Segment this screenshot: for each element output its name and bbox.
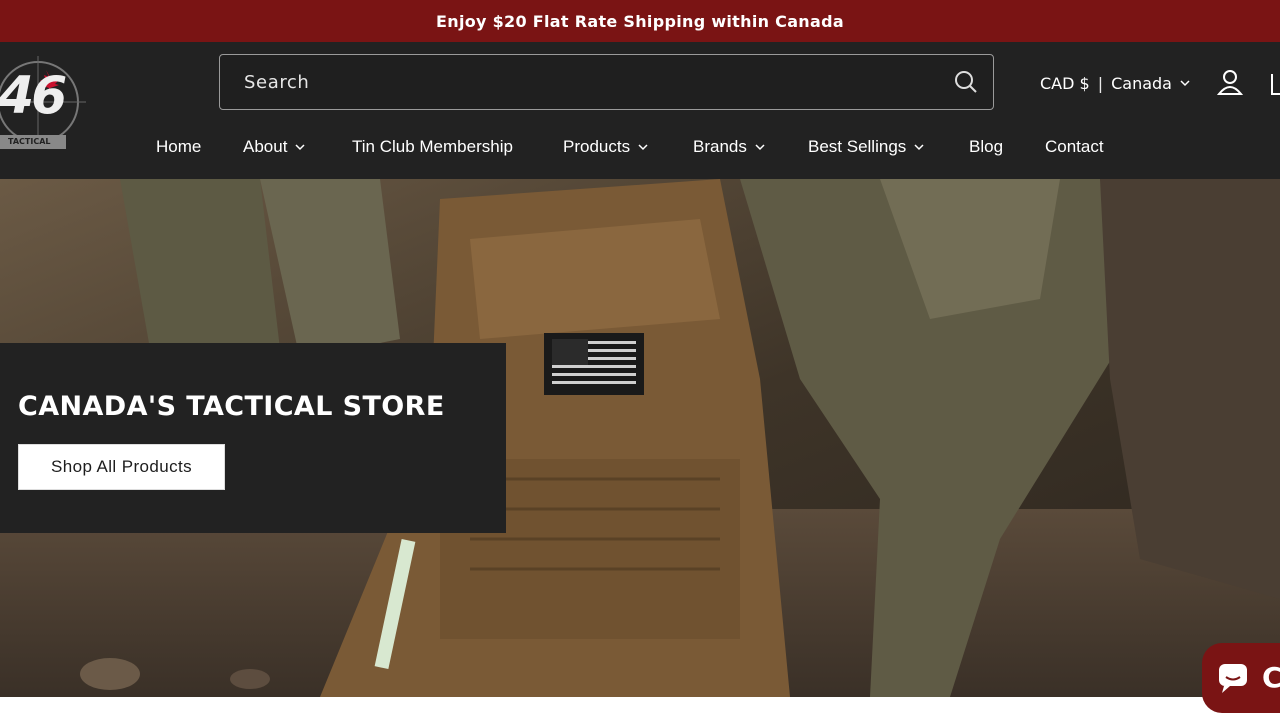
selector-separator: | bbox=[1097, 73, 1104, 93]
nav-products-label: Products bbox=[563, 137, 631, 156]
search-input[interactable] bbox=[244, 69, 924, 95]
nav-tin-club-label: Tin Club Membership bbox=[352, 137, 513, 156]
hero-title: CANADA'S TACTICAL STORE bbox=[18, 391, 445, 422]
nav-best-sellings-label: Best Sellings bbox=[808, 137, 907, 156]
nav-brands-label: Brands bbox=[693, 137, 747, 156]
nav-home-label: Home bbox=[156, 137, 202, 156]
nav-tin-club[interactable]: Tin Club Membership bbox=[352, 132, 513, 162]
chevron-down-icon bbox=[914, 144, 924, 151]
search-icon[interactable] bbox=[953, 69, 979, 95]
country-label: Canada bbox=[1111, 73, 1172, 93]
nav-contact-label: Contact bbox=[1045, 137, 1104, 156]
currency-label: CAD $ bbox=[1040, 73, 1090, 93]
chat-widget-button[interactable]: C bbox=[1202, 643, 1280, 713]
search-bar[interactable] bbox=[219, 54, 994, 110]
shop-all-products-button[interactable]: Shop All Products bbox=[18, 444, 225, 490]
hero-banner: CANADA'S TACTICAL STORE Shop All Product… bbox=[0, 179, 1280, 697]
cart-icon[interactable] bbox=[1266, 66, 1280, 98]
chat-icon bbox=[1219, 664, 1247, 693]
nav-products[interactable]: Products bbox=[563, 132, 648, 162]
chevron-down-icon bbox=[755, 144, 765, 151]
page-bottom-strip bbox=[0, 697, 1280, 720]
logo-text: 46 bbox=[0, 66, 67, 126]
nav-about[interactable]: About bbox=[243, 132, 305, 162]
currency-country-selector[interactable]: CAD $ | Canada bbox=[1040, 68, 1190, 98]
main-nav: Home About Tin Club Membership Products … bbox=[0, 132, 1280, 162]
nav-contact[interactable]: Contact bbox=[1045, 132, 1104, 162]
chat-label: C bbox=[1262, 661, 1280, 694]
announcement-text: Enjoy $20 Flat Rate Shipping within Cana… bbox=[436, 11, 844, 31]
chevron-down-icon bbox=[638, 144, 648, 151]
nav-brands[interactable]: Brands bbox=[693, 132, 765, 162]
site-header: 46 TACTICAL CAD $ | Canada Home About bbox=[0, 42, 1280, 179]
nav-best-sellings[interactable]: Best Sellings bbox=[808, 132, 924, 162]
nav-home[interactable]: Home bbox=[156, 132, 201, 162]
chevron-down-icon bbox=[295, 144, 305, 151]
nav-blog-label: Blog bbox=[969, 137, 1004, 156]
chevron-down-icon bbox=[1180, 80, 1190, 87]
announcement-bar: Enjoy $20 Flat Rate Shipping within Cana… bbox=[0, 0, 1280, 42]
nav-about-label: About bbox=[243, 137, 288, 156]
hero-card: CANADA'S TACTICAL STORE Shop All Product… bbox=[0, 343, 506, 533]
account-icon[interactable] bbox=[1214, 66, 1246, 98]
nav-blog[interactable]: Blog bbox=[969, 132, 1003, 162]
